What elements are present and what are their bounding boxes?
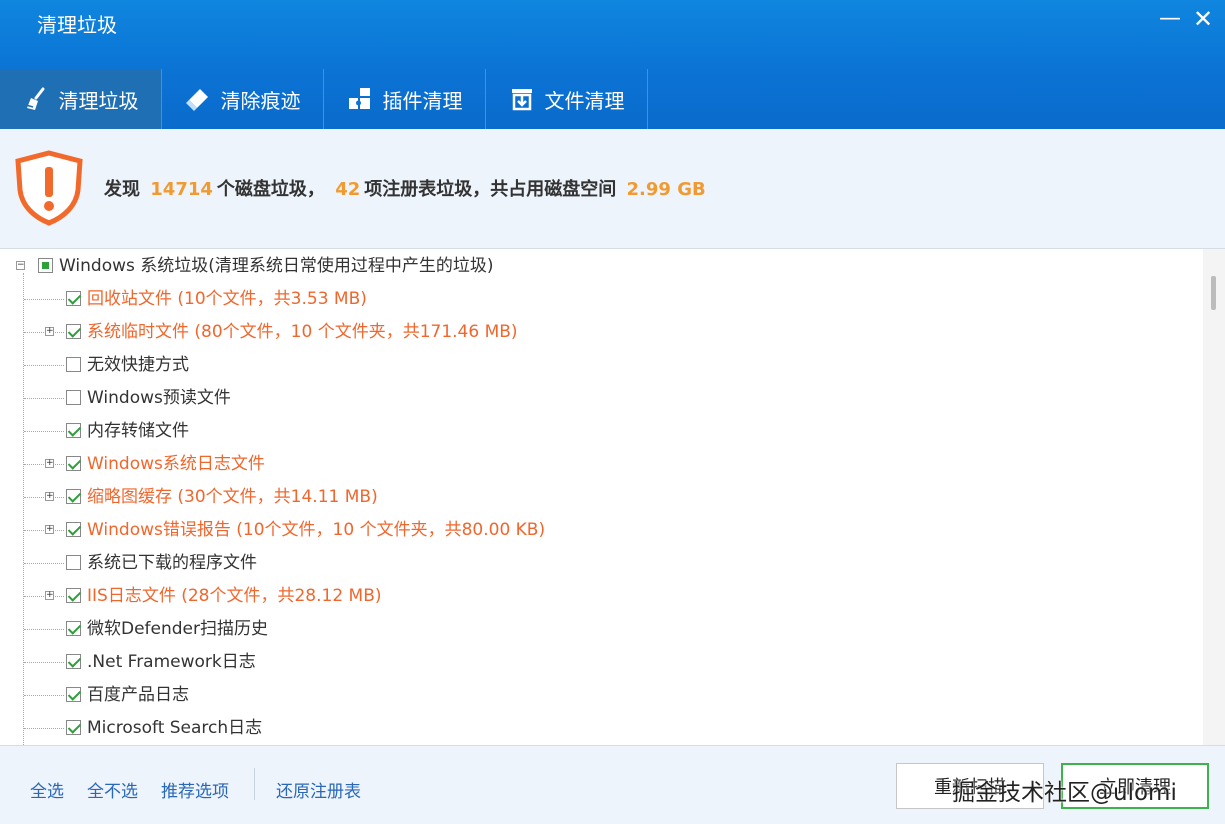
tab-bar: 清理垃圾 清除痕迹 插件清理 文件清理 [0, 69, 648, 129]
watermark: 掘金技术社区@ulomi [952, 780, 1177, 806]
tree-item-label: .Net Framework日志 [87, 652, 256, 672]
minimize-button[interactable]: — [1157, 6, 1183, 32]
tree-connector-branch [24, 629, 64, 630]
item-checkbox[interactable] [66, 588, 81, 603]
total-size: 2.99 GB [626, 179, 706, 200]
tree-connector-branch [24, 431, 64, 432]
vertical-scrollbar[interactable] [1203, 249, 1225, 745]
expand-icon[interactable]: + [45, 459, 54, 468]
tree-item-label: 内存转储文件 [87, 421, 189, 441]
footer-bar: 全选 全不选 推荐选项 还原注册表 重新扫描 立即清理 掘金技术社区@ulomi [0, 745, 1225, 824]
tree-connector-branch [24, 464, 64, 465]
summary-prefix: 发现 [104, 179, 140, 200]
tree-connector [23, 273, 24, 745]
expand-icon[interactable]: + [45, 591, 54, 600]
tree-connector-branch [24, 695, 64, 696]
title-bar: 清理垃圾 — ✕ 清理垃圾 清除痕迹 插件清理 文件清理 [0, 0, 1225, 129]
tree-connector-branch [24, 596, 64, 597]
tree-connector-branch [24, 530, 64, 531]
tab-label: 插件清理 [382, 88, 463, 113]
disk-junk-label: 个磁盘垃圾， [216, 179, 325, 200]
registry-junk-count: 42 [335, 179, 361, 200]
registry-junk-label: 项注册表垃圾，共占用磁盘空间 [364, 179, 617, 200]
file-download-icon [509, 86, 535, 112]
scan-summary: 发现 14714 个磁盘垃圾， 42 项注册表垃圾，共占用磁盘空间 2.99 GB [0, 129, 1225, 249]
eraser-icon [185, 86, 211, 112]
item-checkbox[interactable] [66, 687, 81, 702]
tree-connector-branch [24, 662, 64, 663]
warning-shield-icon [14, 150, 84, 226]
tree-item-label: 回收站文件 (10个文件，共3.53 MB) [87, 289, 367, 309]
item-checkbox[interactable] [66, 555, 81, 570]
puzzle-icon [347, 86, 373, 112]
tree-connector-branch [24, 497, 64, 498]
tree-connector-branch [24, 563, 64, 564]
tree-item-label: Windows预读文件 [87, 388, 231, 408]
tree-item-label: 系统临时文件 (80个文件，10 个文件夹，共171.46 MB) [87, 322, 518, 342]
tab-label: 文件清理 [544, 88, 625, 113]
expand-icon[interactable]: + [45, 327, 54, 336]
tree-connector-branch [24, 299, 64, 300]
summary-text: 发现 14714 个磁盘垃圾， 42 项注册表垃圾，共占用磁盘空间 2.99 GB [104, 175, 710, 201]
item-checkbox[interactable] [66, 357, 81, 372]
tree-item-label: Windows系统日志文件 [87, 454, 265, 474]
tree-item-label: 百度产品日志 [87, 685, 189, 705]
item-checkbox[interactable] [66, 423, 81, 438]
close-button[interactable]: ✕ [1190, 6, 1216, 32]
window-title: 清理垃圾 [37, 13, 117, 37]
tree-connector-branch [24, 365, 64, 366]
tab-clear-traces[interactable]: 清除痕迹 [162, 69, 324, 129]
item-checkbox[interactable] [66, 324, 81, 339]
tree-connector-branch [24, 398, 64, 399]
tab-plugin-clean[interactable]: 插件清理 [324, 69, 486, 129]
expand-icon[interactable]: + [45, 492, 54, 501]
tree-connector-branch [24, 332, 64, 333]
tree-root-label: Windows 系统垃圾(清理系统日常使用过程中产生的垃圾) [59, 256, 494, 276]
tab-file-clean[interactable]: 文件清理 [486, 69, 648, 129]
item-checkbox[interactable] [66, 489, 81, 504]
tab-clean-junk[interactable]: 清理垃圾 [0, 69, 162, 129]
tree-item-label: 缩略图缓存 (30个文件，共14.11 MB) [87, 487, 378, 507]
select-none-link[interactable]: 全不选 [87, 777, 138, 802]
tree-item-label: 系统已下载的程序文件 [87, 553, 257, 573]
item-checkbox[interactable] [66, 456, 81, 471]
tree-item-label: Microsoft Search日志 [87, 718, 263, 738]
item-checkbox[interactable] [66, 291, 81, 306]
tree-item-label: IIS日志文件 (28个文件，共28.12 MB) [87, 586, 382, 606]
root-checkbox[interactable] [38, 258, 53, 273]
tree-item-label: 微软Defender扫描历史 [87, 619, 269, 639]
footer-divider [254, 768, 255, 800]
item-checkbox[interactable] [66, 720, 81, 735]
junk-tree: − Windows 系统垃圾(清理系统日常使用过程中产生的垃圾) 回收站文件 (… [0, 249, 1203, 745]
scrollbar-thumb[interactable] [1211, 276, 1216, 310]
select-all-link[interactable]: 全选 [30, 777, 64, 802]
tab-label: 清理垃圾 [58, 88, 139, 113]
item-checkbox[interactable] [66, 390, 81, 405]
expand-icon[interactable]: + [45, 525, 54, 534]
broom-icon [23, 86, 49, 112]
restore-registry-link[interactable]: 还原注册表 [276, 777, 361, 802]
tab-label: 清除痕迹 [220, 88, 301, 113]
tree-connector-branch [24, 728, 64, 729]
item-checkbox[interactable] [66, 654, 81, 669]
item-checkbox[interactable] [66, 522, 81, 537]
tree-item-label: 无效快捷方式 [87, 355, 189, 375]
item-checkbox[interactable] [66, 621, 81, 636]
disk-junk-count: 14714 [150, 179, 213, 200]
collapse-icon[interactable]: − [16, 261, 25, 270]
recommended-link[interactable]: 推荐选项 [161, 777, 229, 802]
tree-item-label: Windows错误报告 (10个文件，10 个文件夹，共80.00 KB) [87, 520, 546, 540]
